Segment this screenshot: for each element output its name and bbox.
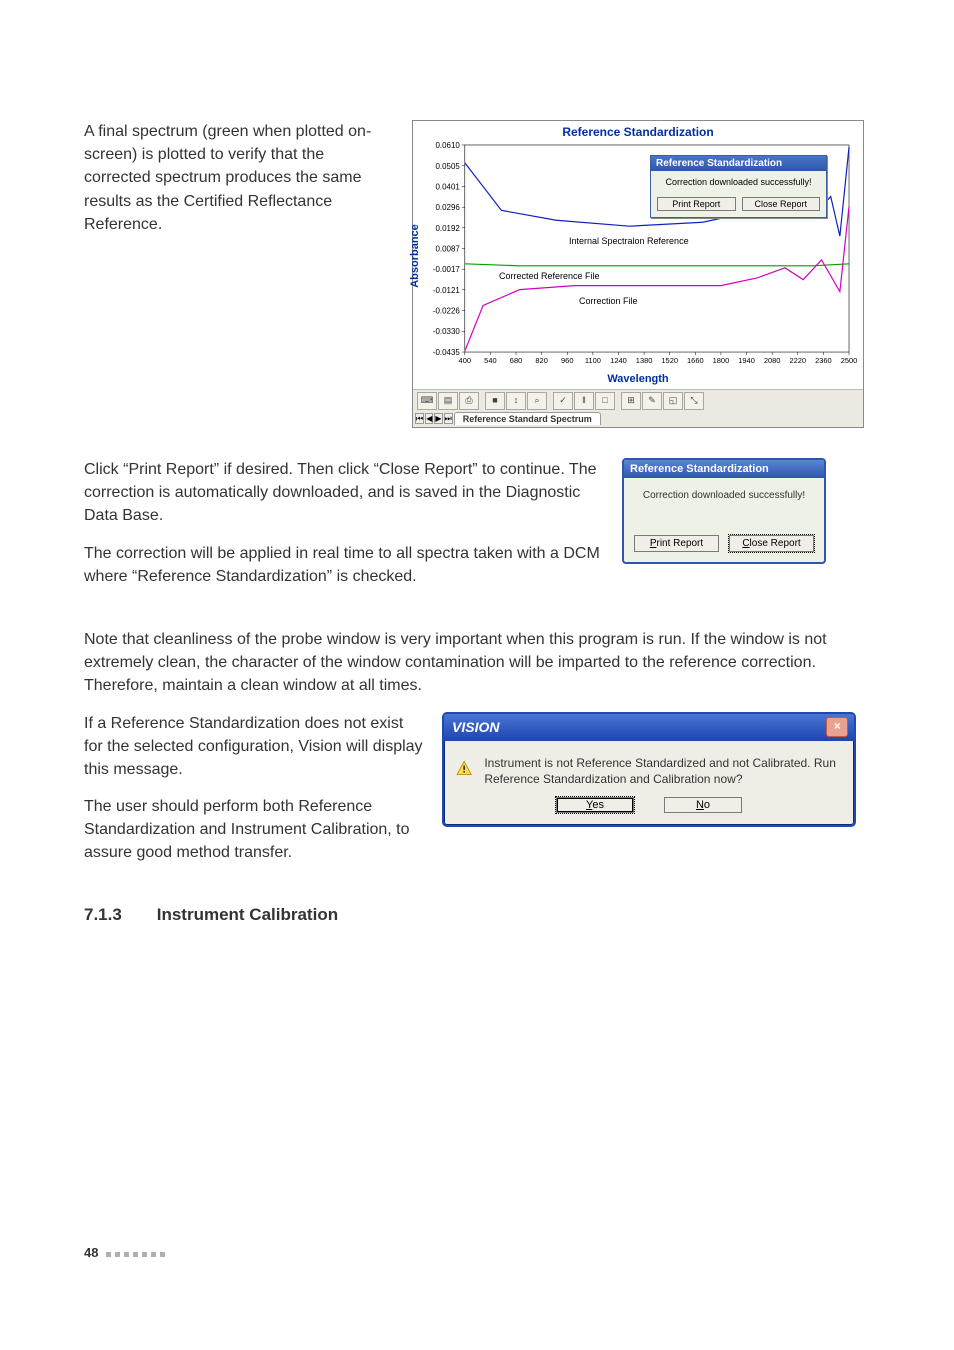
svg-text:1100: 1100 (585, 356, 601, 365)
reference-standardization-dialog: Reference Standardization Correction dow… (622, 458, 826, 564)
toolbar-button[interactable]: ‖ (574, 392, 594, 410)
chart-title: Reference Standardization (413, 121, 863, 141)
svg-text:-0.0121: -0.0121 (433, 286, 461, 295)
vision-warning-dialog: VISION × Instrument is not Reference Sta… (442, 712, 856, 827)
toolbar-button[interactable]: □ (595, 392, 615, 410)
dialog-message: Correction downloaded successfully! (651, 171, 826, 197)
svg-text:0.0401: 0.0401 (435, 182, 460, 191)
section-number: 7.1.3 (84, 905, 152, 925)
svg-text:1940: 1940 (738, 356, 755, 365)
toolbar-button[interactable]: ◱ (663, 392, 683, 410)
svg-text:0.0610: 0.0610 (435, 141, 460, 150)
chart-annot-corrected: Corrected Reference File (499, 271, 600, 281)
chart-tab[interactable]: Reference Standard Spectrum (454, 412, 601, 425)
svg-text:2220: 2220 (789, 356, 806, 365)
chart-annot-internal: Internal Spectralon Reference (569, 236, 689, 246)
tab-nav-button[interactable]: ▶ (434, 413, 442, 424)
toolbar-button[interactable]: ⤡ (684, 392, 704, 410)
svg-text:540: 540 (484, 356, 496, 365)
svg-text:0.0505: 0.0505 (435, 162, 460, 171)
svg-text:1660: 1660 (687, 356, 704, 365)
chart-toolbar: ⌨▤⎙ ■↕⌕ ✓‖□ ⊞✎◱⤡ (413, 389, 863, 412)
reference-standardization-chart: Reference Standardization Absorbance 0.0… (412, 120, 864, 428)
page-number: 48 (84, 1245, 98, 1260)
paragraph: A final spectrum (green when plotted on-… (84, 120, 394, 236)
no-button[interactable]: No (664, 797, 742, 813)
close-icon[interactable]: × (826, 717, 848, 737)
close-report-button[interactable]: Close Report (742, 197, 821, 211)
page-footer: 48 (84, 1245, 169, 1260)
svg-text:0.0087: 0.0087 (435, 245, 460, 254)
svg-text:2500: 2500 (841, 356, 857, 365)
svg-text:1240: 1240 (610, 356, 627, 365)
toolbar-button[interactable]: ⌨ (417, 392, 437, 410)
chart-overlay-dialog: Reference Standardization Correction dow… (650, 155, 827, 218)
svg-text:-0.0330: -0.0330 (433, 327, 461, 336)
chart-annot-correction: Correction File (579, 296, 638, 306)
print-report-button[interactable]: Print Report (657, 197, 736, 211)
dialog-title: Reference Standardization (651, 156, 826, 171)
paragraph: The user should perform both Reference S… (84, 795, 424, 865)
paragraph: Note that cleanliness of the probe windo… (84, 628, 874, 698)
svg-text:960: 960 (561, 356, 573, 365)
svg-text:1380: 1380 (636, 356, 653, 365)
decorative-dots (106, 1245, 169, 1260)
section-heading: 7.1.3 Instrument Calibration (84, 905, 874, 925)
svg-text:680: 680 (510, 356, 522, 365)
toolbar-button[interactable]: ⎙ (459, 392, 479, 410)
close-report-button[interactable]: Close Report (729, 535, 814, 552)
tab-nav-button[interactable]: ◀ (425, 413, 433, 424)
paragraph: Click “Print Report” if desired. Then cl… (84, 458, 604, 528)
svg-text:-0.0017: -0.0017 (433, 265, 461, 274)
toolbar-button[interactable]: ⌕ (527, 392, 547, 410)
chart-xlabel: Wavelength (413, 371, 863, 389)
svg-text:2080: 2080 (764, 356, 781, 365)
svg-text:400: 400 (459, 356, 471, 365)
svg-text:-0.0435: -0.0435 (433, 348, 461, 357)
toolbar-button[interactable]: ✎ (642, 392, 662, 410)
toolbar-button[interactable]: ✓ (553, 392, 573, 410)
warning-icon (456, 755, 472, 781)
yes-button[interactable]: Yes (556, 797, 634, 813)
chart-tab-bar: ⏮◀▶⏭ Reference Standard Spectrum (413, 412, 863, 427)
toolbar-button[interactable]: ▤ (438, 392, 458, 410)
toolbar-button[interactable]: ↕ (506, 392, 526, 410)
tab-nav-button[interactable]: ⏭ (444, 413, 453, 424)
svg-text:1800: 1800 (713, 356, 730, 365)
svg-text:1520: 1520 (661, 356, 678, 365)
dialog-title: VISION (452, 719, 499, 735)
svg-text:2360: 2360 (815, 356, 832, 365)
dialog-message: Correction downloaded successfully! (624, 478, 824, 535)
toolbar-button[interactable]: ⊞ (621, 392, 641, 410)
svg-text:0.0296: 0.0296 (435, 203, 460, 212)
tab-nav-button[interactable]: ⏮ (415, 413, 424, 424)
print-report-button[interactable]: Print Report (634, 535, 719, 552)
svg-text:-0.0226: -0.0226 (433, 307, 461, 316)
toolbar-button[interactable]: ■ (485, 392, 505, 410)
section-title: Instrument Calibration (157, 905, 338, 924)
paragraph: The correction will be applied in real t… (84, 542, 604, 588)
paragraph: If a Reference Standardization does not … (84, 712, 424, 782)
dialog-message: Instrument is not Reference Standardized… (484, 755, 842, 787)
dialog-title: Reference Standardization (624, 460, 824, 478)
svg-text:820: 820 (535, 356, 547, 365)
svg-text:0.0192: 0.0192 (435, 224, 460, 233)
